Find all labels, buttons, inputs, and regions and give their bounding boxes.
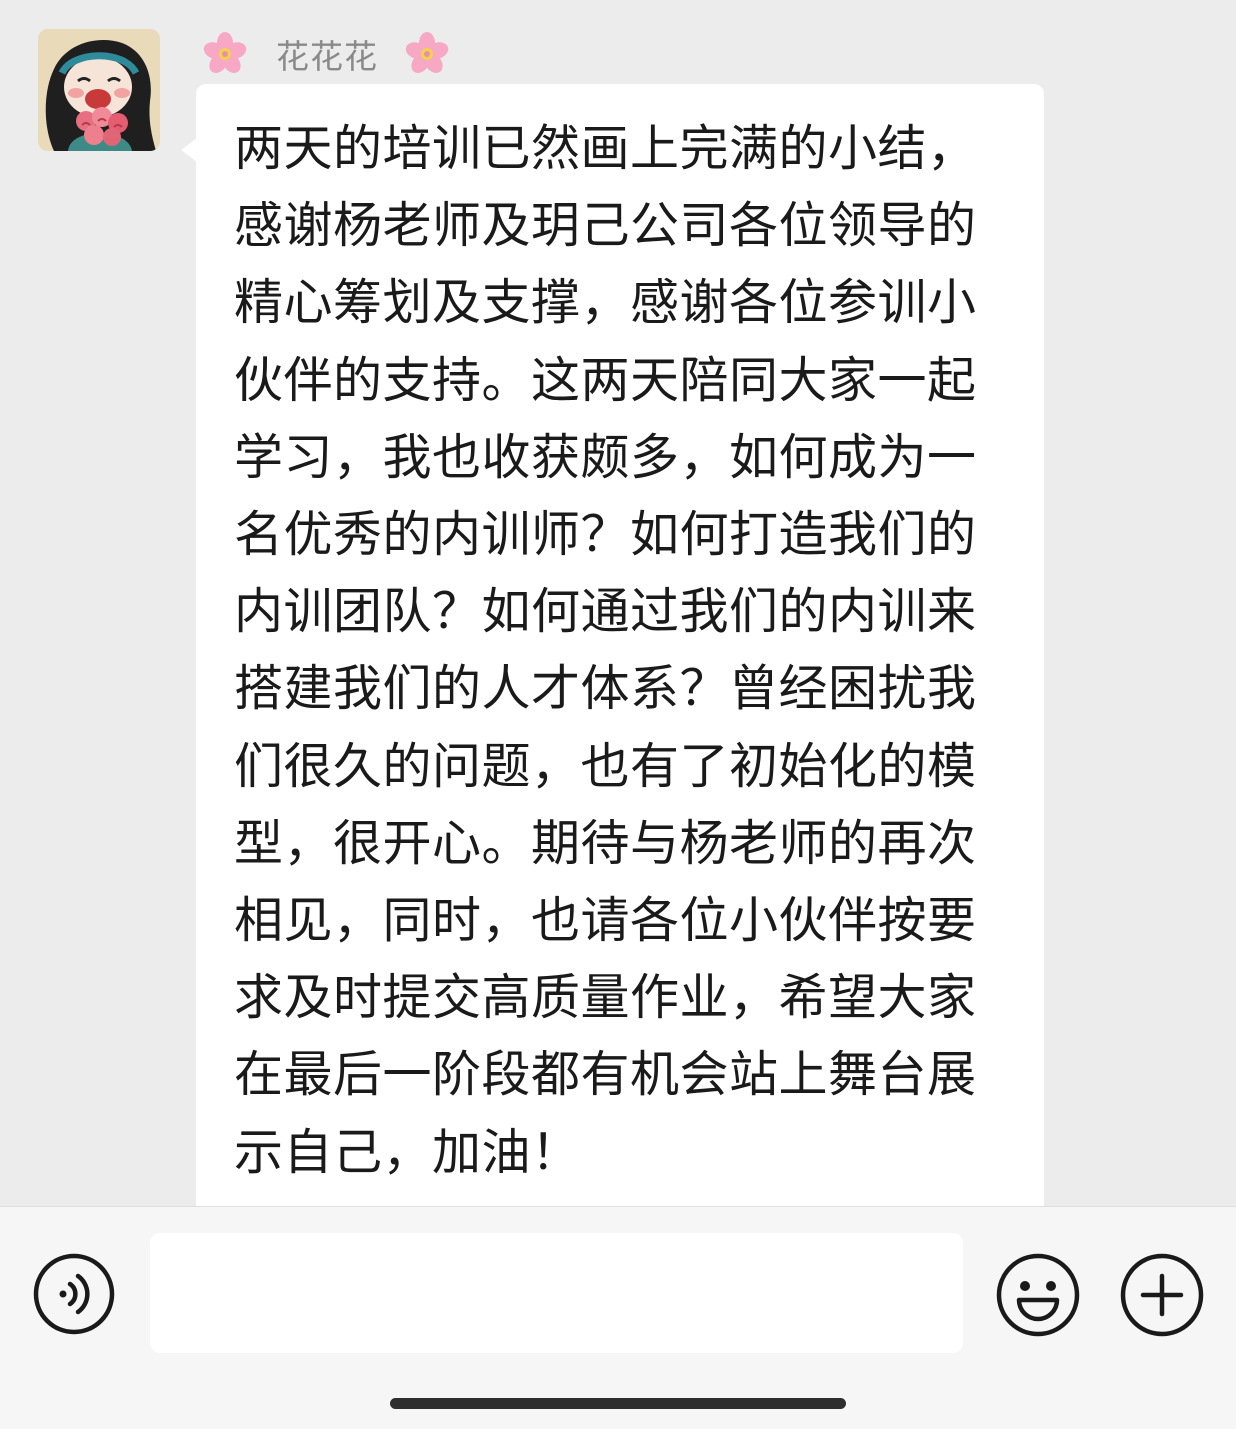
bubble-tail: [181, 138, 197, 162]
emoji-button[interactable]: [995, 1252, 1081, 1338]
cherry-blossom-icon: [402, 29, 452, 79]
cherry-blossom-icon: [200, 29, 250, 79]
plus-icon: [1120, 1253, 1204, 1337]
avatar-image: [38, 29, 160, 151]
message-text[interactable]: 两天的培训已然画上完满的小结，感谢杨老师及玥己公司各位领导的精心筹划及支撑，感谢…: [234, 110, 1014, 1191]
home-indicator[interactable]: [390, 1398, 846, 1409]
chat-area: 花花花 两天的培训已然画上完满的小结，感谢杨老师及玥己公司各位领导的精心筹划及支…: [0, 0, 1236, 1206]
message-input[interactable]: [150, 1233, 963, 1353]
voice-icon: [33, 1253, 115, 1335]
smiley-icon: [996, 1253, 1080, 1337]
sender-row: 花花花: [200, 28, 452, 80]
avatar[interactable]: [38, 29, 160, 151]
voice-button[interactable]: [32, 1252, 116, 1336]
add-button[interactable]: [1119, 1252, 1205, 1338]
sender-name[interactable]: 花花花: [276, 30, 378, 78]
